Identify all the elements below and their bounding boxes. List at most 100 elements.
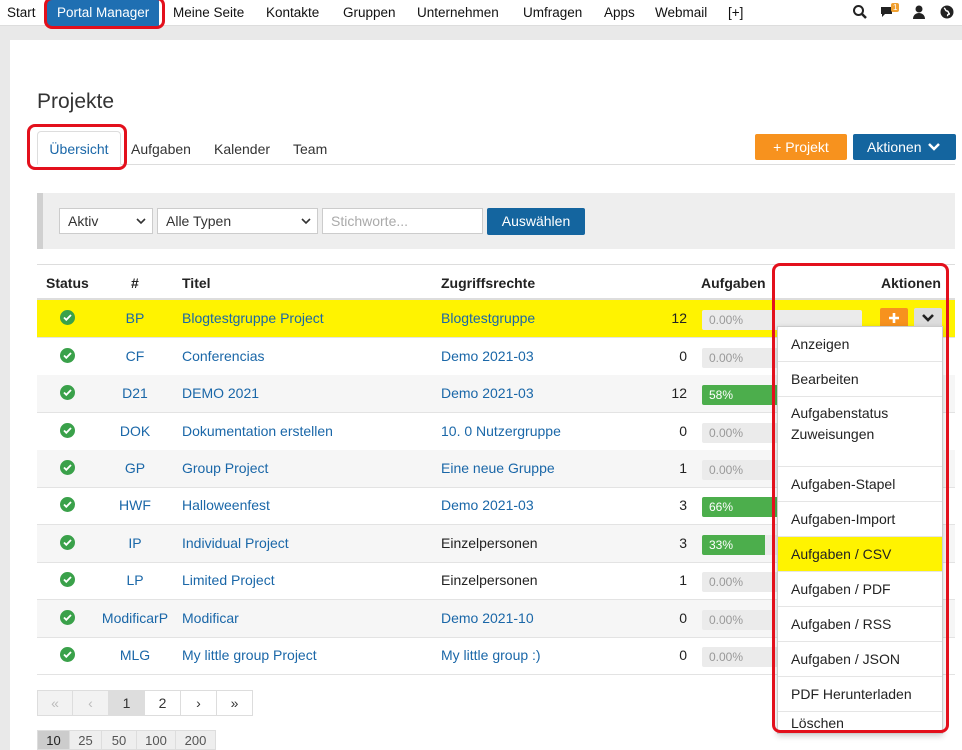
prev-page-button[interactable]: ‹ — [72, 690, 109, 716]
task-count: 0 — [679, 423, 687, 439]
menu-item-aufgaben-json[interactable]: Aufgaben / JSON — [778, 642, 942, 677]
tags-input[interactable]: Stichworte... — [322, 208, 483, 234]
project-title-link[interactable]: Halloweenfest — [182, 497, 270, 513]
status-select-value: Aktiv — [68, 213, 99, 229]
col-title[interactable]: Titel — [182, 275, 211, 291]
tab-kalender[interactable]: Kalender — [214, 141, 270, 157]
tab-team[interactable]: Team — [293, 141, 327, 157]
col-tasks[interactable]: Aufgaben — [701, 275, 766, 291]
last-page-button[interactable]: » — [216, 690, 253, 716]
col-access[interactable]: Zugriffsrechte — [441, 275, 535, 291]
progress-label: 0.00% — [709, 575, 744, 589]
nav-item-meine-seite[interactable]: Meine Seite — [173, 0, 244, 26]
project-access[interactable]: Eine neue Gruppe — [441, 460, 555, 476]
progress-label: 0.00% — [709, 650, 744, 664]
project-access[interactable]: My little group :) — [441, 647, 541, 663]
page-size-200[interactable]: 200 — [175, 730, 216, 750]
new-project-button[interactable]: + Projekt — [755, 134, 847, 160]
project-access[interactable]: 10. 0 Nutzergruppe — [441, 423, 561, 439]
task-count: 3 — [679, 535, 687, 551]
task-count: 0 — [679, 610, 687, 626]
nav-item-gruppen[interactable]: Gruppen — [343, 0, 396, 26]
project-title-link[interactable]: Conferencias — [182, 348, 265, 364]
menu-item-anzeigen[interactable]: Anzeigen — [778, 327, 942, 362]
project-title-link[interactable]: Limited Project — [182, 572, 275, 588]
tab-aufgaben[interactable]: Aufgaben — [131, 141, 191, 157]
progress-label: 0.00% — [709, 313, 744, 327]
nav-item-umfragen[interactable]: Umfragen — [523, 0, 582, 26]
search-icon[interactable] — [852, 4, 868, 20]
add-task-button[interactable] — [880, 308, 908, 328]
task-count: 0 — [679, 647, 687, 663]
nav-item-add[interactable]: [+] — [728, 0, 743, 26]
progress-label: 33% — [709, 538, 734, 552]
col-id[interactable]: # — [131, 275, 139, 291]
chevron-down-icon — [922, 314, 934, 322]
page-2-button[interactable]: 2 — [144, 690, 181, 716]
project-title-link[interactable]: Blogtestgruppe Project — [182, 310, 324, 326]
tab-uebersicht[interactable]: Übersicht — [37, 131, 121, 165]
nav-item-kontakte[interactable]: Kontakte — [266, 0, 319, 26]
tabs-divider — [37, 164, 955, 165]
project-title-link[interactable]: DEMO 2021 — [182, 385, 259, 401]
project-access[interactable]: Demo 2021-03 — [441, 497, 534, 513]
project-title-link[interactable]: My little group Project — [182, 647, 317, 663]
row-actions-toggle[interactable] — [914, 308, 942, 328]
nav-item-portal-manager[interactable]: Portal Manager — [47, 0, 160, 26]
menu-item-aufgaben-csv[interactable]: Aufgaben / CSV — [778, 537, 942, 572]
page-size-100[interactable]: 100 — [136, 730, 176, 750]
page-size-50[interactable]: 50 — [101, 730, 137, 750]
menu-item-aufgabenstatus-zuweisungen[interactable]: Aufgabenstatus Zuweisungen — [778, 397, 942, 467]
progress-label: 58% — [709, 388, 734, 402]
menu-item-löschen[interactable]: Löschen — [778, 712, 942, 734]
progress-label: 0.00% — [709, 613, 744, 627]
first-page-button[interactable]: « — [37, 690, 73, 716]
menu-item-aufgaben-pdf[interactable]: Aufgaben / PDF — [778, 572, 942, 607]
type-select[interactable]: Alle Typen — [157, 208, 318, 234]
menu-item-aufgaben-rss[interactable]: Aufgaben / RSS — [778, 607, 942, 642]
globe-icon[interactable] — [939, 4, 955, 20]
actions-button[interactable]: Aktionen — [853, 134, 956, 160]
project-title-link[interactable]: Individual Project — [182, 535, 289, 551]
progress-label: 0.00% — [709, 463, 744, 477]
menu-item-aufgaben-stapel[interactable]: Aufgaben-Stapel — [778, 467, 942, 502]
menu-item-bearbeiten[interactable]: Bearbeiten — [778, 362, 942, 397]
col-status[interactable]: Status — [46, 275, 89, 291]
user-icon[interactable] — [911, 4, 927, 20]
project-access[interactable]: Demo 2021-10 — [441, 610, 534, 626]
submit-filter-button[interactable]: Auswählen — [487, 208, 585, 235]
project-title-link[interactable]: Modificar — [182, 610, 239, 626]
project-access: Einzelpersonen — [441, 572, 538, 588]
plus-icon — [889, 313, 899, 323]
nav-item-webmail[interactable]: Webmail — [655, 0, 707, 26]
page-title: Projekte — [37, 90, 115, 113]
project-access[interactable]: Blogtestgruppe — [441, 310, 535, 326]
nav-item-unternehmen[interactable]: Unternehmen — [417, 0, 499, 26]
project-access[interactable]: Demo 2021-03 — [441, 348, 534, 364]
progress-label: 0.00% — [709, 351, 744, 365]
page-1-button[interactable]: 1 — [108, 690, 145, 716]
progress-label: 66% — [709, 500, 734, 514]
row-actions-menu: Anzeigen Bearbeiten Aufgabenstatus Zuweisu… — [777, 326, 943, 734]
project-title-link[interactable]: Dokumentation erstellen — [182, 423, 333, 439]
progress-label: 0.00% — [709, 426, 744, 440]
task-count: 1 — [679, 460, 687, 476]
task-count: 12 — [671, 385, 687, 401]
nav-item-apps[interactable]: Apps — [604, 0, 635, 26]
tab-label: Übersicht — [49, 141, 109, 157]
task-count: 0 — [679, 348, 687, 364]
status-select[interactable]: Aktiv — [59, 208, 153, 234]
table-header: Status # Titel Zugriffsrechte Aufgaben A… — [37, 264, 955, 300]
menu-item-aufgaben-import[interactable]: Aufgaben-Import — [778, 502, 942, 537]
page-size-10[interactable]: 10 — [37, 730, 70, 750]
page-size-25[interactable]: 25 — [69, 730, 102, 750]
nav-item-start[interactable]: Start — [7, 0, 36, 26]
task-count: 3 — [679, 497, 687, 513]
project-access[interactable]: Demo 2021-03 — [441, 385, 534, 401]
task-count: 12 — [671, 310, 687, 326]
project-title-link[interactable]: Group Project — [182, 460, 268, 476]
project-access: Einzelpersonen — [441, 535, 538, 551]
next-page-button[interactable]: › — [180, 690, 217, 716]
actions-button-label: Aktionen — [867, 139, 922, 155]
menu-item-pdf-herunterladen[interactable]: PDF Herunterladen — [778, 677, 942, 712]
